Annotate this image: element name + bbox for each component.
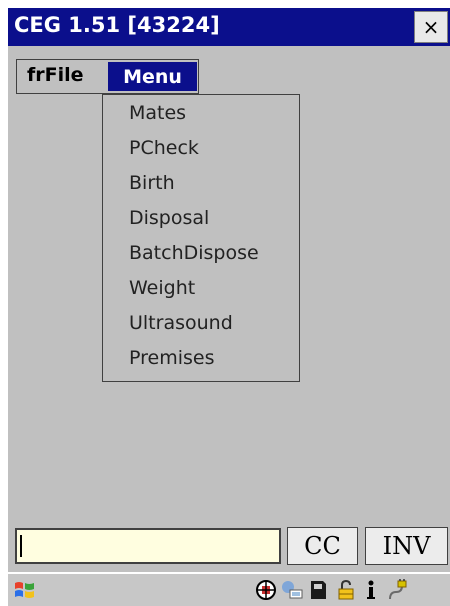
power-plug-icon[interactable] <box>384 578 408 602</box>
menu-item-batchdispose[interactable]: BatchDispose <box>129 238 259 268</box>
device-screen: CEG 1.51 [43224] × frFile Menu Mates PCh… <box>8 8 450 606</box>
menu-bar: frFile Menu <box>16 59 199 94</box>
menu-item-mates[interactable]: Mates <box>129 98 186 128</box>
storage-card-icon[interactable] <box>306 578 330 602</box>
network-icon[interactable] <box>254 578 278 602</box>
menu-menu[interactable]: Menu <box>108 62 197 91</box>
menu-item-weight[interactable]: Weight <box>129 273 195 303</box>
close-button[interactable]: × <box>414 11 448 43</box>
menu-item-birth[interactable]: Birth <box>129 168 175 198</box>
window-title: CEG 1.51 [43224] <box>14 13 220 37</box>
menu-item-ultrasound[interactable]: Ultrasound <box>129 308 233 338</box>
scan-input[interactable] <box>15 528 281 564</box>
cc-button[interactable]: CC <box>287 527 358 565</box>
text-cursor <box>20 535 22 557</box>
menu-item-pcheck[interactable]: PCheck <box>129 133 199 163</box>
menu-dropdown: Mates PCheck Birth Disposal BatchDispose… <box>102 94 300 382</box>
menu-item-disposal[interactable]: Disposal <box>129 203 209 233</box>
title-bar: CEG 1.51 [43224] × <box>8 8 450 46</box>
menu-item-premises[interactable]: Premises <box>129 343 214 373</box>
taskbar <box>8 572 450 606</box>
inv-button[interactable]: INV <box>365 527 448 565</box>
info-icon[interactable] <box>359 578 383 602</box>
menu-frfile[interactable]: frFile <box>27 64 84 86</box>
connection-icon[interactable] <box>280 578 304 602</box>
close-icon: × <box>422 15 440 39</box>
windows-start-icon[interactable] <box>13 578 37 602</box>
lock-icon[interactable] <box>334 578 358 602</box>
